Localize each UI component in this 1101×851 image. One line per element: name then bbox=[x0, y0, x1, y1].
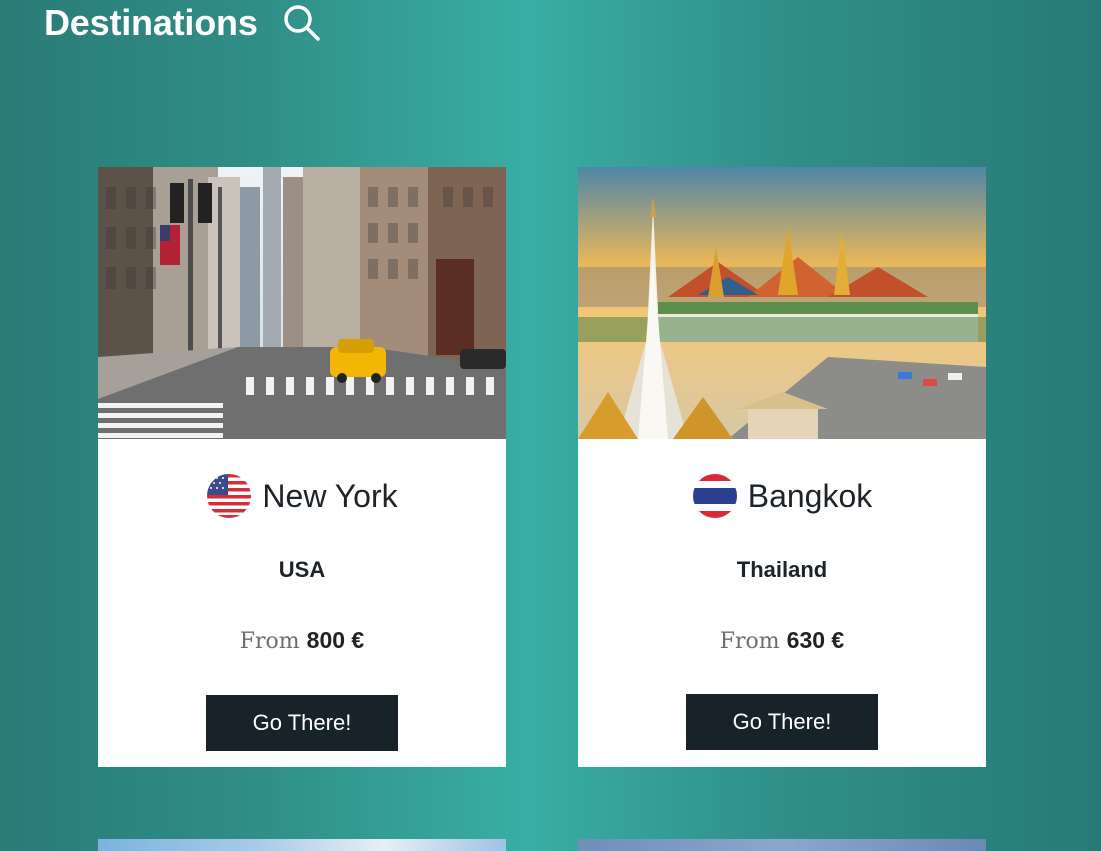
price-value: 630 € bbox=[786, 627, 845, 653]
price: From 630 € bbox=[578, 627, 986, 654]
search-button[interactable] bbox=[282, 3, 322, 43]
usa-flag-icon bbox=[207, 474, 252, 518]
city-name: Bangkok bbox=[747, 477, 873, 514]
destination-card-peek bbox=[98, 839, 506, 851]
price-prefix: From bbox=[719, 629, 787, 654]
city-heading: Bangkok bbox=[578, 473, 986, 519]
search-icon bbox=[283, 5, 320, 41]
page-header: Destinations bbox=[44, 0, 322, 46]
price-value: 800 € bbox=[306, 627, 365, 653]
thailand-flag-icon bbox=[692, 474, 737, 518]
country-name: USA bbox=[278, 557, 326, 582]
destination-card-bangkok: Bangkok Thailand From 630 € Go There! bbox=[578, 167, 986, 767]
new-york-street-photo bbox=[98, 167, 506, 439]
go-there-button[interactable]: Go There! bbox=[686, 694, 878, 750]
page-title: Destinations bbox=[44, 2, 258, 43]
city-heading: New York bbox=[98, 473, 506, 519]
go-there-button[interactable]: Go There! bbox=[206, 695, 398, 751]
destination-card-peek bbox=[578, 839, 986, 851]
country-name: Thailand bbox=[736, 557, 828, 582]
city-name: New York bbox=[262, 477, 398, 514]
bangkok-temple-photo bbox=[578, 167, 986, 439]
price-prefix: From bbox=[239, 629, 307, 654]
price: From 800 € bbox=[98, 627, 506, 654]
destination-card-new-york: New York USA From 800 € Go There! bbox=[98, 167, 506, 767]
